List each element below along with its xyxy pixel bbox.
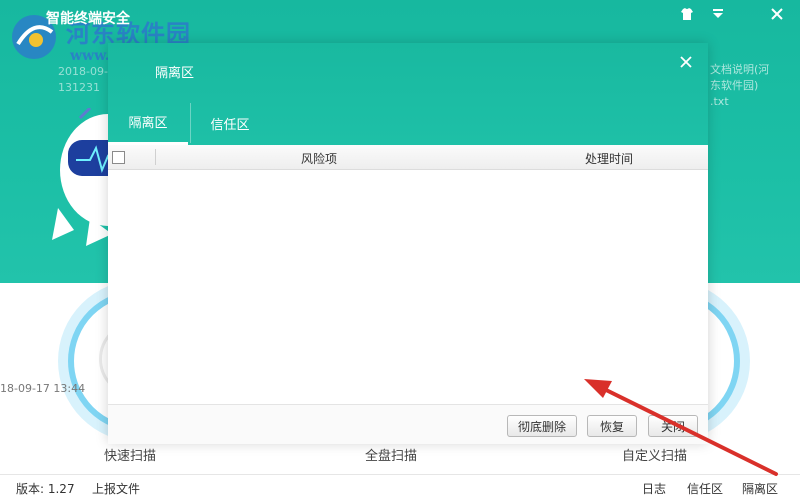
app-close-icon[interactable] bbox=[762, 2, 792, 26]
dialog-footer: 彻底删除 恢复 关闭 bbox=[108, 404, 708, 444]
tab-quarantine[interactable]: 隔离区 bbox=[108, 101, 188, 145]
column-time[interactable]: 处理时间 bbox=[585, 150, 633, 167]
log-link[interactable]: 日志 bbox=[642, 480, 666, 497]
dialog-title: 隔离区 bbox=[155, 66, 195, 81]
table-header: 风险项 处理时间 bbox=[108, 145, 708, 170]
quarantine-dialog: 隔离区 隔离区 信任区 风险项 处理时间 彻底删除 恢复 关闭 bbox=[108, 43, 708, 444]
select-all-checkbox[interactable] bbox=[112, 151, 125, 164]
delete-permanently-button[interactable]: 彻底删除 bbox=[507, 415, 577, 437]
column-divider bbox=[155, 149, 156, 165]
bg-file-label-left: 2018-09-1 131231 bbox=[58, 65, 115, 94]
quick-scan-label[interactable]: 快速扫描 bbox=[104, 445, 156, 464]
column-risk[interactable]: 风险项 bbox=[301, 150, 337, 167]
version-label: 版本: 1.27 bbox=[16, 482, 75, 496]
bg-file-label-right: 文档说明(河 东软件园) .txt bbox=[710, 63, 770, 108]
tab-trust-zone[interactable]: 信任区 bbox=[190, 101, 270, 145]
quarantine-table-body bbox=[108, 170, 708, 405]
menu-dropdown-icon[interactable] bbox=[703, 2, 733, 26]
dialog-header: 隔离区 隔离区 信任区 bbox=[108, 43, 708, 145]
restore-button[interactable]: 恢复 bbox=[587, 415, 637, 437]
bg-scan-date: 18-09-17 13:44 bbox=[0, 382, 86, 395]
close-icon[interactable] bbox=[674, 52, 698, 74]
app-title: 智能终端安全 bbox=[46, 11, 130, 27]
shirt-icon[interactable] bbox=[672, 2, 702, 26]
quarantine-link[interactable]: 隔离区 bbox=[742, 480, 778, 497]
custom-scan-label[interactable]: 自定义扫描 bbox=[622, 445, 687, 464]
trust-zone-link[interactable]: 信任区 bbox=[687, 480, 723, 497]
status-bar: 版本: 1.27 上报文件 日志 信任区 隔离区 bbox=[0, 474, 800, 501]
close-button[interactable]: 关闭 bbox=[648, 415, 698, 437]
full-scan-label[interactable]: 全盘扫描 bbox=[365, 445, 417, 464]
report-file-link[interactable]: 上报文件 bbox=[92, 480, 140, 497]
